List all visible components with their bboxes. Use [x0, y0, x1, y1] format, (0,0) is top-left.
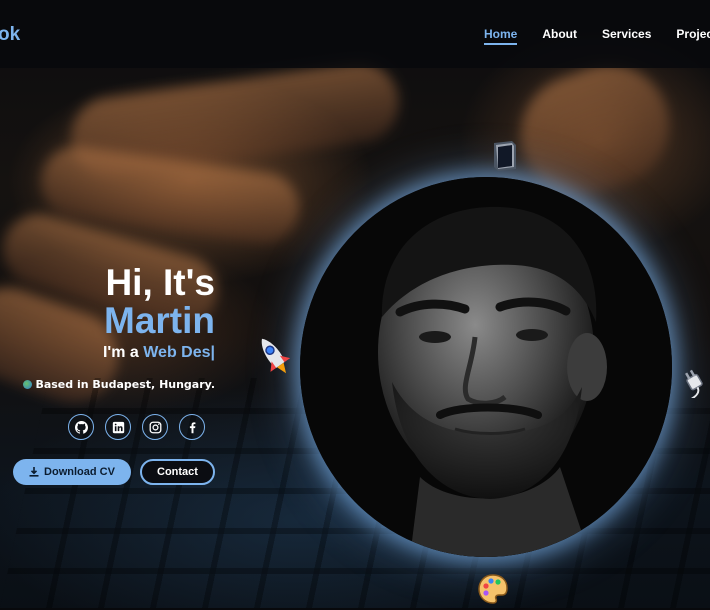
github-icon[interactable] — [68, 414, 94, 440]
profile-photo — [300, 177, 672, 557]
linkedin-icon[interactable] — [105, 414, 131, 440]
role-prefix: I'm a — [102, 344, 144, 361]
contact-label: Contact — [157, 466, 198, 478]
palette-icon — [476, 572, 510, 606]
contact-button[interactable]: Contact — [140, 459, 215, 485]
book-icon — [488, 138, 522, 172]
nav-links: Home About Services Projects — [484, 27, 710, 45]
role-typed-text: Web Des| — [143, 344, 215, 361]
hero-role: I'm a Web Des| — [103, 344, 215, 362]
hero-greeting: Hi, It's — [105, 262, 215, 303]
download-cv-button[interactable]: Download CV — [13, 459, 131, 485]
nav-link-services[interactable]: Services — [602, 27, 651, 45]
nav-link-projects[interactable]: Projects — [676, 27, 710, 45]
facebook-icon[interactable] — [179, 414, 205, 440]
download-icon — [29, 467, 39, 477]
location-text: Based in Budapest, Hungary. — [35, 378, 215, 391]
logo[interactable]: ok — [0, 24, 20, 46]
nav-link-about[interactable]: About — [542, 27, 577, 45]
instagram-icon[interactable] — [142, 414, 168, 440]
hero-heading: Hi, It's Martin — [104, 264, 215, 340]
nav-link-home[interactable]: Home — [484, 27, 518, 45]
location: Based in Budapest, Hungary. — [23, 378, 215, 391]
hero-name: Martin — [104, 300, 215, 341]
download-cv-label: Download CV — [44, 466, 115, 478]
globe-icon — [23, 380, 33, 389]
social-links — [68, 414, 205, 440]
navbar: ok Home About Services Projects — [0, 0, 710, 68]
plug-icon — [680, 368, 710, 400]
rocket-icon — [256, 333, 292, 379]
